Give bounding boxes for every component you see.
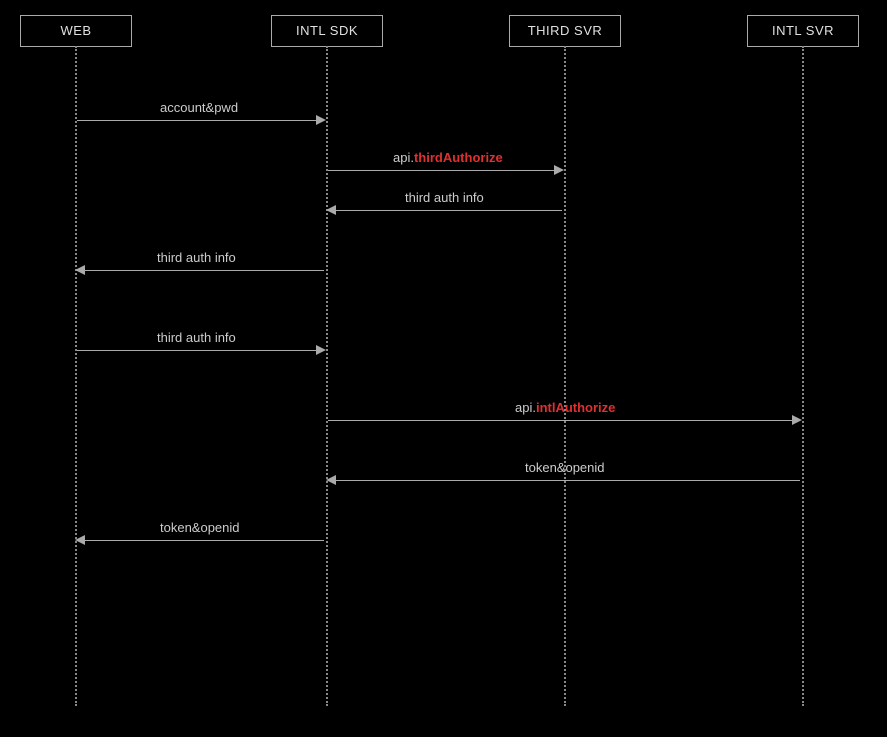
lifeline-intl-svr: [802, 46, 804, 706]
arrow-line: [77, 350, 316, 351]
msg-third-authorize: api.thirdAuthorize: [393, 150, 503, 165]
arrow-line: [77, 120, 316, 121]
msg-third-auth-info-3: third auth info: [157, 330, 236, 345]
lifeline-third-svr: [564, 46, 566, 706]
lifeline-web: [75, 46, 77, 706]
arrow-head-left-icon: [75, 265, 85, 275]
arrow-line: [85, 540, 324, 541]
lifeline-intl-sdk: [326, 46, 328, 706]
arrow-head-left-icon: [326, 475, 336, 485]
msg-token-openid-2: token&openid: [160, 520, 240, 535]
actor-intl-sdk: INTL SDK: [271, 15, 383, 47]
msg-third-auth-info-2: third auth info: [157, 250, 236, 265]
arrow-line: [85, 270, 324, 271]
arrow-head-right-icon: [554, 165, 564, 175]
actor-third-svr: THIRD SVR: [509, 15, 621, 47]
sequence-diagram: WEB INTL SDK THIRD SVR INTL SVR account&…: [0, 0, 887, 737]
arrow-line: [328, 170, 554, 171]
arrow-head-right-icon: [792, 415, 802, 425]
msg-token-openid-1: token&openid: [525, 460, 605, 475]
msg-third-auth-info-1: third auth info: [405, 190, 484, 205]
arrow-line: [336, 210, 562, 211]
arrow-line: [336, 480, 800, 481]
actor-intl-svr: INTL SVR: [747, 15, 859, 47]
arrow-head-left-icon: [75, 535, 85, 545]
arrow-line: [328, 420, 792, 421]
msg-account-pwd: account&pwd: [160, 100, 238, 115]
arrow-head-right-icon: [316, 115, 326, 125]
msg-intl-authorize: api.intlAuthorize: [515, 400, 615, 415]
actor-web: WEB: [20, 15, 132, 47]
arrow-head-right-icon: [316, 345, 326, 355]
arrow-head-left-icon: [326, 205, 336, 215]
